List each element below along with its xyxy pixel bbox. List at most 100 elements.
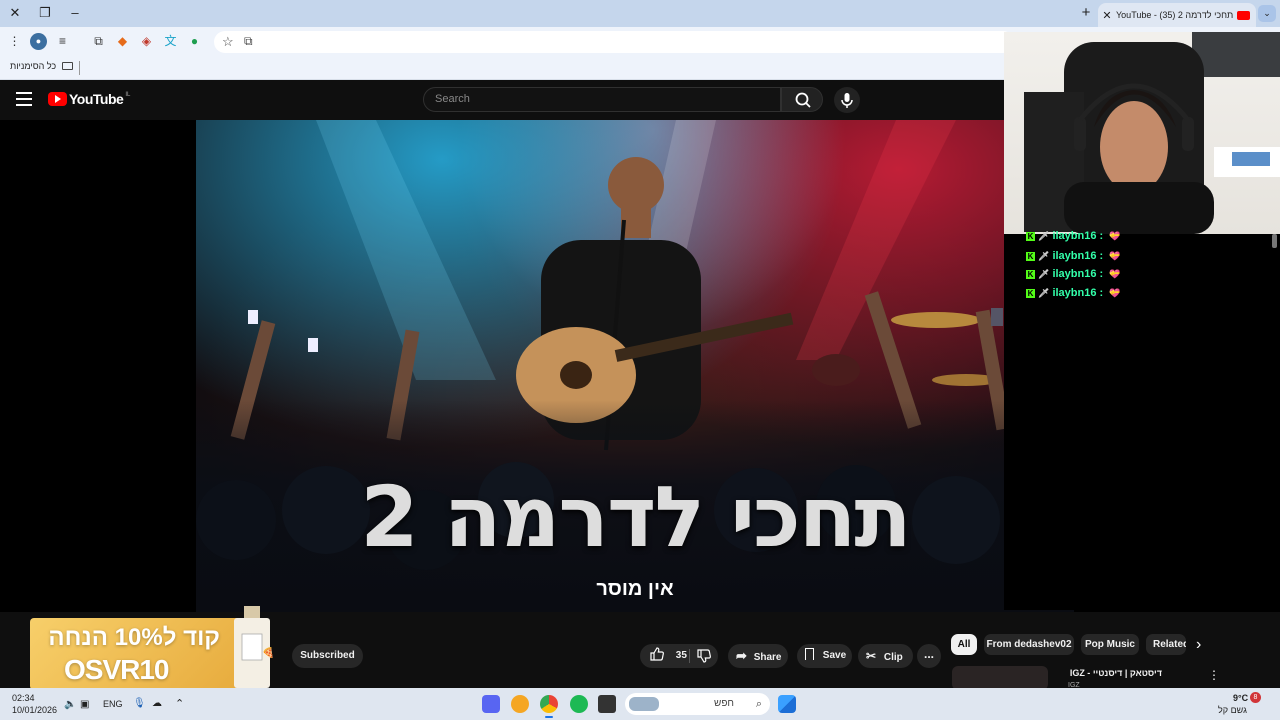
streamer-webcam-image (1024, 32, 1280, 234)
extension-shield-icon[interactable]: ◈ (138, 33, 155, 50)
bookmark-star-icon[interactable]: ☆ (222, 34, 234, 50)
emote-icon: 💝 (1109, 287, 1121, 298)
chip-related[interactable]: Related (1146, 634, 1186, 655)
video-subtitle-overlay: אין מוסר (596, 578, 674, 600)
close-window-icon[interactable]: ✕ (4, 4, 26, 22)
install-app-icon[interactable]: ⧉ (244, 34, 253, 49)
all-bookmarks-label: כל הסימניות (10, 61, 57, 71)
search-icon (795, 92, 811, 108)
media-control-icon[interactable]: ≡ (54, 33, 71, 50)
clock-time[interactable]: 02:34 (12, 693, 35, 703)
address-bar[interactable]: ☆ ⧉ (214, 31, 1014, 53)
emote-icon: 💝 (1109, 268, 1121, 279)
tab-search-icon[interactable]: ⌄ (1258, 5, 1276, 22)
cloud-offline-icon[interactable]: ☁ (152, 698, 162, 709)
bookmarks-divider (79, 61, 80, 75)
guide-menu-icon[interactable] (16, 92, 32, 106)
speaker-icon[interactable]: 🔈 (64, 699, 76, 710)
share-button[interactable]: ➦ Share (728, 644, 788, 668)
sponsor-ad-banner: קוד ל10% הנחה OSVR10 (30, 606, 270, 690)
chat-username: ilaybn16 : (1052, 268, 1104, 280)
browser-menu-icon[interactable]: ⋮ (6, 33, 23, 50)
mic-tray-icon[interactable]: 🎙 (133, 698, 146, 709)
tray-expand-icon[interactable]: ⌃ (175, 697, 184, 710)
emote-icon: 💝 (1109, 250, 1121, 261)
video-title-overlay: תחכי לדרמה 2 (360, 468, 912, 566)
ad-line-1: קוד ל10% הנחה (48, 624, 220, 651)
related-title[interactable]: IGZ - דיסטאק | דיסנטיי (1054, 668, 1162, 678)
taskbar-search[interactable]: חפש ⌕ (625, 693, 770, 715)
related-thumbnail[interactable] (952, 666, 1048, 690)
tab-title: YouTube - (35) תחכי לדרמה 2 (1116, 10, 1234, 20)
more-horizontal-icon: ... (923, 647, 934, 661)
save-label: Save (822, 650, 847, 661)
notification-badge: 8 (1250, 692, 1261, 703)
weather-temp[interactable]: 9°C (1233, 693, 1248, 703)
taskbar-search-label: חפש (714, 698, 734, 709)
bookmark-icon (805, 648, 814, 660)
related-more-icon[interactable]: ⋮ (1208, 668, 1220, 682)
network-icon[interactable]: ▣ (80, 699, 89, 710)
profile-avatar-icon[interactable]: ● (30, 33, 47, 50)
windows-taskbar: 02:34 10/01/2026 🔈 ▣ ENG 🎙 ☁ ⌃ חפש ⌕ 9°C… (0, 688, 1280, 720)
save-button[interactable]: Save (797, 644, 852, 668)
youtube-logo[interactable]: YouTube IL (48, 91, 130, 107)
sword-badge-icon: 🗡 (1038, 287, 1050, 298)
chip-all[interactable]: All (951, 634, 977, 655)
restore-window-icon[interactable]: ❐ (34, 4, 56, 22)
kick-badge-icon: K (1026, 231, 1035, 241)
thumbs-down-icon (697, 649, 711, 663)
share-label: Share (753, 652, 782, 663)
like-divider (689, 649, 690, 663)
minimize-window-icon[interactable]: – (64, 4, 86, 22)
language-indicator[interactable]: ENG (103, 699, 123, 709)
spotify-app-icon[interactable] (570, 695, 588, 713)
dislike-button[interactable] (696, 648, 712, 669)
channel-emoji-icon: 🍕 (262, 648, 275, 659)
discord-app-icon[interactable] (482, 695, 500, 713)
clock-date[interactable]: 10/01/2026 (12, 705, 57, 715)
chip-pop-music[interactable]: Pop Music (1081, 634, 1139, 655)
chat-username: ilaybn16 : (1052, 230, 1104, 242)
chat-scrollbar[interactable] (1272, 234, 1277, 248)
channel-name-fragment[interactable]: N (252, 648, 259, 659)
more-actions-button[interactable]: ... (917, 644, 941, 668)
chat-message: K 🗡 ilaybn16 : 💝 (1026, 285, 1120, 301)
new-tab-button[interactable]: + (1078, 4, 1094, 22)
chat-message: K 🗡 ilaybn16 : 💝 (1026, 266, 1120, 282)
related-video-item[interactable]: IGZ - דיסטאק | דיסנטיי IGZ ⋮ (950, 660, 1220, 690)
extensions-icon[interactable]: ⧉ (90, 33, 107, 50)
thumbs-up-icon (650, 647, 664, 661)
kick-badge-icon: K (1026, 269, 1035, 279)
chip-from-channel[interactable]: From dedashev02 (984, 634, 1074, 655)
windows-start-icon[interactable] (778, 695, 796, 713)
chat-message: K 🗡 ilaybn16 : 💝 (1026, 228, 1120, 244)
chips-next-icon[interactable]: › (1196, 636, 1201, 654)
clip-button[interactable]: ✂ Clip (858, 644, 913, 668)
extension-translate-icon[interactable]: 文 (162, 33, 179, 50)
browser-tab[interactable]: ✕ YouTube - (35) תחכי לדרמה 2 (1098, 3, 1256, 27)
chrome-app-icon[interactable] (540, 695, 558, 713)
subscribed-button[interactable]: Subscribed (292, 644, 363, 668)
notes-app-icon[interactable] (511, 695, 529, 713)
scissors-icon: ✂ (866, 649, 877, 663)
all-bookmarks-folder[interactable]: כל הסימניות (10, 61, 73, 71)
extension-grammarly-icon[interactable]: ● (186, 33, 203, 50)
voice-search-button[interactable] (834, 87, 860, 113)
youtube-favicon-icon (1237, 10, 1250, 20)
microphone-icon (841, 93, 853, 108)
tab-close-icon[interactable]: ✕ (1098, 9, 1116, 22)
sword-badge-icon: 🗡 (1038, 250, 1050, 261)
browser-titlebar: ✕ ❐ – + ✕ YouTube - (35) תחכי לדרמה 2 ⌄ (0, 0, 1280, 27)
search-button[interactable] (781, 87, 823, 112)
clip-label: Clip (883, 652, 903, 663)
kick-badge-icon: K (1026, 251, 1035, 261)
extension-fox-icon[interactable]: ◆ (114, 33, 131, 50)
search-highlight-image (629, 697, 659, 711)
weather-desc[interactable]: גשם קל (1218, 705, 1247, 715)
sword-badge-icon: 🗡 (1038, 268, 1050, 279)
search-input[interactable]: Search (423, 87, 781, 112)
file-explorer-icon[interactable] (598, 695, 616, 713)
kick-badge-icon: K (1026, 288, 1035, 298)
youtube-wordmark: YouTube (69, 91, 124, 107)
